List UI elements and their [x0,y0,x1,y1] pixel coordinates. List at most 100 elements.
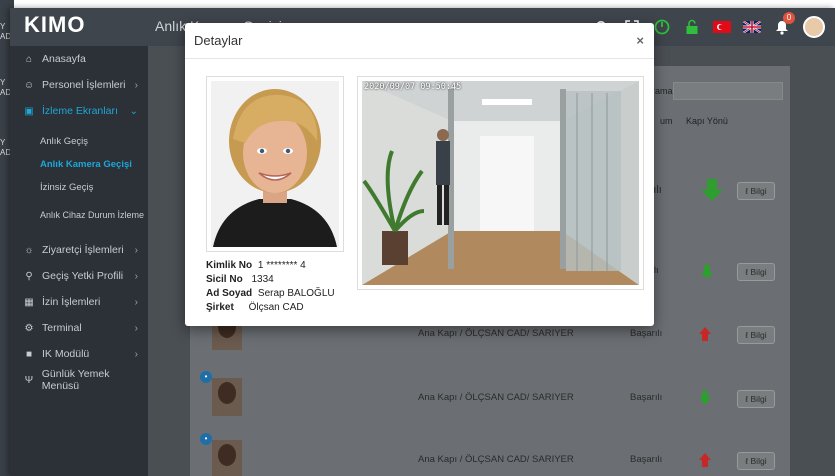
search-input[interactable] [673,82,783,100]
table-row[interactable]: • Ana Kapı / ÖLÇSAN CAD/ SARIYER Başarıl… [190,366,790,426]
sidebar-item-personel[interactable]: ☺ Personel İşlemleri › [10,72,148,98]
adsoyad-value: Serap BALOĞLU [257,288,335,299]
chevron-down-icon: ⌄ [129,105,138,117]
sirket-label: Şirket [206,302,234,313]
detail-row-adsoyad: Ad Soyad Serap BALOĞLU [206,287,335,301]
chevron-right-icon: › [134,270,138,282]
info-button-label: Bilgi [750,394,767,404]
power-icon[interactable] [653,18,671,36]
app-logo[interactable]: KIMO [24,12,85,38]
arrow-up-icon [699,453,711,467]
sidebar-item-label: IK Modülü [42,348,90,360]
visitor-icon: ☼ [24,244,34,256]
info-button[interactable]: ℓ Bilgi [737,263,775,281]
info-button-label: Bilgi [750,267,767,277]
sidebar-item-label: Geçiş Yetki Profili [42,270,124,282]
person-details: Kimlik No 1 ******** 4 Sicil No 1334 Ad … [206,259,335,315]
table-row[interactable]: • Ana Kapı / ÖLÇSAN CAD/ SARIYER Başarıl… [190,428,790,476]
sidebar-item-anasayfa[interactable]: ⌂ Anasayfa [10,46,148,72]
kimlik-label: Kimlik No [206,260,253,271]
status-text: Başarılı [630,454,663,465]
sidebar-item-ziyaretci[interactable]: ☼ Ziyaretçi İşlemleri › [10,237,148,263]
sidebar-item-yemek[interactable]: Ψ Günlük Yemek Menüsü [10,367,148,393]
sidebar-item-gecis-yetki[interactable]: ⚲ Geçiş Yetki Profili › [10,263,148,289]
kimlik-value: 1 ******** 4 [257,260,306,271]
arrow-down-icon [701,179,723,201]
chevron-right-icon: › [134,348,138,360]
camera-timestamp: 2020/09/07 09:50:45 [364,82,462,92]
detail-row-kimlik: Kimlik No 1 ******** 4 [206,259,335,273]
flag-tr-icon[interactable] [713,18,731,36]
sicil-label: Sicil No [206,274,243,285]
door-text: Ana Kapı / ÖLÇSAN CAD/ SARIYER [418,454,574,465]
sidebar-item-label: Ziyaretçi İşlemleri [42,244,124,256]
bell-icon[interactable]: 0 [773,12,795,36]
door-text: Ana Kapı / ÖLÇSAN CAD/ SARIYER [418,328,574,339]
column-header-durum: um [660,116,673,126]
chevron-right-icon: › [134,79,138,91]
expand-row-icon[interactable]: • [200,371,212,383]
status-text: Başarılı [630,392,663,403]
sidebar-subitem-izinsiz-gecis[interactable]: İzinsiz Geçiş [10,176,148,199]
sidebar-item-label: Personel İşlemleri [42,79,126,91]
door-text: Ana Kapı / ÖLÇSAN CAD/ SARIYER [418,392,574,403]
gear-icon: ⚙ [24,322,34,334]
person-portrait [211,81,339,247]
modal-header: Detaylar × [185,23,654,59]
person-photo [206,76,344,252]
sidebar-subitem-anlik-gecis[interactable]: Anlık Geçiş [10,130,148,153]
key-icon: ⚲ [25,270,33,282]
adsoyad-label: Ad Soyad [206,288,253,299]
sidebar-item-izleme[interactable]: ▣ İzleme Ekranları ⌄ [10,98,148,124]
sidebar-item-ik[interactable]: ■ IK Modülü › [10,341,148,367]
person-thumbnail[interactable] [212,378,242,416]
notification-badge: 0 [783,12,795,24]
users-icon: ☺ [23,79,35,91]
sidebar-item-izin[interactable]: ▦ İzin İşlemleri › [10,289,148,315]
info-button[interactable]: ℓ Bilgi [737,182,775,200]
bg-text: Y [0,138,6,147]
flag-uk-icon[interactable] [743,18,761,36]
chevron-right-icon: › [134,296,138,308]
info-button[interactable]: ℓ Bilgi [737,452,775,470]
detail-row-sirket: Şirket Ölçsan CAD [206,301,335,315]
sidebar-subitem-anlik-kamera-gecisi[interactable]: Anlık Kamera Geçişi [10,153,148,176]
sicil-value: 1334 [251,274,274,285]
detail-row-sicil: Sicil No 1334 [206,273,335,287]
sidebar-item-label: Anasayfa [42,53,86,65]
camera-snapshot: 2020/09/07 09:50:45 [357,76,644,290]
user-avatar[interactable] [803,16,825,38]
sidebar: ⌂ Anasayfa ☺ Personel İşlemleri › ▣ İzle… [10,46,148,476]
close-icon[interactable]: × [636,33,644,48]
sidebar-item-label: Günlük Yemek Menüsü [41,368,110,392]
bg-text: Y [0,22,6,31]
camera-image [362,81,639,285]
info-button[interactable]: ℓ Bilgi [737,326,775,344]
arrow-down-icon [699,391,711,405]
chevron-right-icon: › [134,322,138,334]
bg-text: Y [0,78,6,87]
status-text: Başarılı [630,328,663,339]
chevron-right-icon: › [134,244,138,256]
info-button-label: Bilgi [750,330,767,340]
monitor-icon: ▣ [24,105,34,117]
info-button[interactable]: ℓ Bilgi [737,390,775,408]
calendar-icon: ▦ [24,296,34,308]
column-header-kapi-yonu: Kapı Yönü [686,116,728,126]
chat-icon: ■ [25,348,33,360]
details-modal: Detaylar × 2020/09/07 09:50:45 Kimlik No… [185,23,654,326]
sirket-value: Ölçsan CAD [248,302,304,313]
sidebar-subitem-cihaz-durum[interactable]: Anlık Cihaz Durum İzleme [10,199,148,231]
sidebar-item-label: Terminal [42,322,82,334]
person-thumbnail[interactable] [212,440,242,476]
sidebar-item-label: İzleme Ekranları [42,105,118,117]
sidebar-item-terminal[interactable]: ⚙ Terminal › [10,315,148,341]
home-icon: ⌂ [25,53,33,65]
expand-row-icon[interactable]: • [200,433,212,445]
info-button-label: Bilgi [750,186,767,196]
food-icon: Ψ [24,374,34,386]
modal-title: Detaylar [194,33,243,48]
info-button-label: Bilgi [750,456,767,466]
sidebar-item-label: İzin İşlemleri [42,296,101,308]
lock-icon[interactable] [683,18,701,36]
